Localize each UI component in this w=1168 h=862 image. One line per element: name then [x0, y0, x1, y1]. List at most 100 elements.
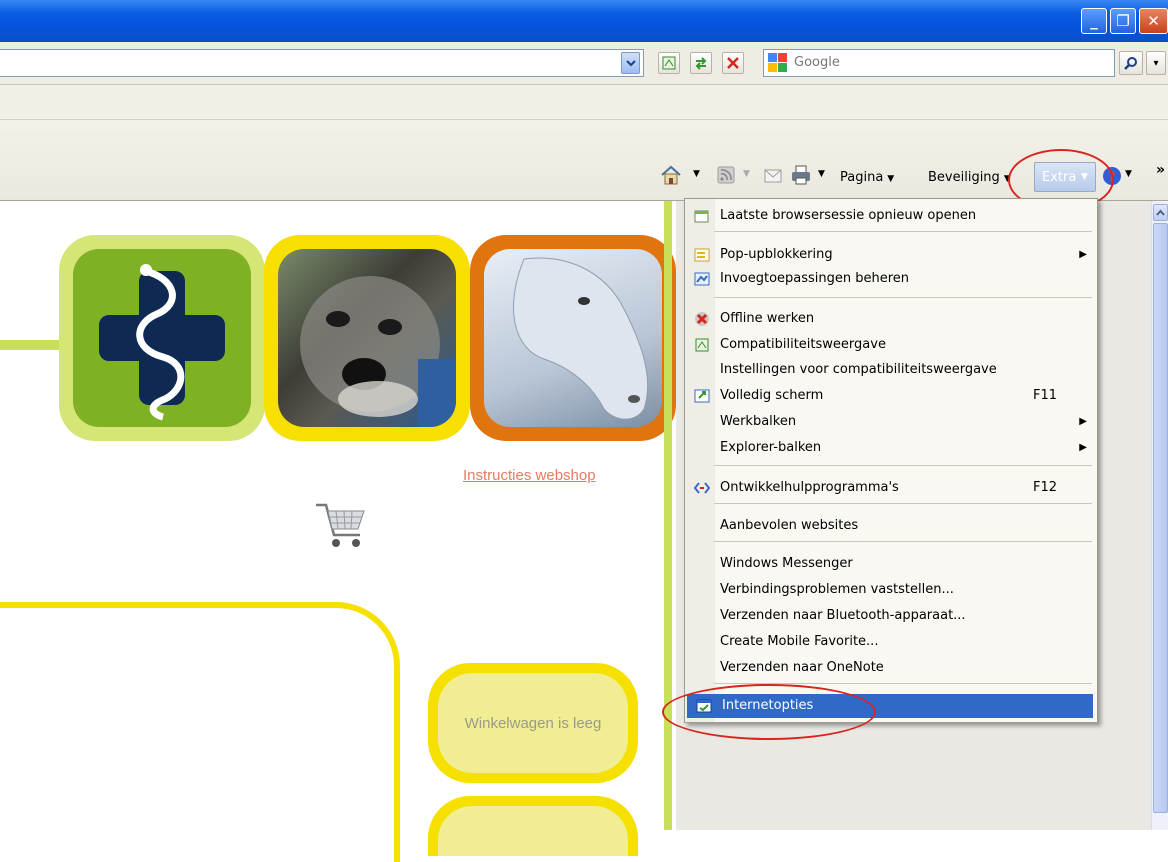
minimize-button[interactable]: _ — [1081, 8, 1107, 34]
content-frame — [0, 602, 400, 862]
lime-band — [0, 340, 64, 350]
submenu-arrow-icon: ▶ — [1079, 416, 1087, 427]
menu-item-label: Invoegtoepassingen beheren — [720, 271, 910, 286]
menu-item[interactable]: Pop-upblokkering ▶ — [685, 243, 1097, 267]
menu-item-label: Werkbalken — [720, 414, 797, 429]
help-dropdown-caret[interactable]: ▼ — [1125, 169, 1132, 179]
refresh-button[interactable] — [690, 52, 712, 74]
safety-menu-button[interactable]: Beveiliging ▼ — [928, 170, 1011, 185]
submenu-arrow-icon: ▶ — [1079, 249, 1087, 260]
menu-item[interactable]: Explorer-balken ▶ — [685, 436, 1097, 460]
menu-item[interactable]: Laatste browsersessie opnieuw openen — [685, 204, 1097, 228]
menu-separator — [714, 503, 1092, 504]
menu-item[interactable]: Invoegtoepassingen beheren — [685, 267, 1097, 291]
menu-item[interactable]: Ontwikkelhulpprogramma's F12 — [685, 476, 1097, 500]
logo-tile — [59, 235, 265, 441]
menu-separator — [714, 231, 1092, 232]
menu-item-label: Volledig scherm — [720, 388, 824, 403]
search-input[interactable]: Google — [763, 49, 1115, 77]
horse-photo-tile — [470, 235, 676, 441]
chevron-up-icon — [1156, 209, 1165, 216]
offline-icon — [694, 311, 710, 327]
popup-blocker-icon — [694, 247, 710, 263]
menu-item-shortcut: F11 — [1032, 388, 1057, 403]
dog-image — [300, 276, 456, 427]
menu-item[interactable]: Create Mobile Favorite... — [685, 630, 1097, 654]
menu-item[interactable]: Verzenden naar OneNote — [685, 656, 1097, 680]
stop-button[interactable] — [722, 52, 744, 74]
restore-session-icon — [694, 208, 710, 224]
search-button[interactable] — [1119, 51, 1143, 75]
horse-photo — [484, 249, 662, 427]
menu-item-label: Explorer-balken — [720, 440, 822, 455]
feeds-button[interactable] — [717, 166, 735, 188]
cart-icon — [316, 503, 365, 547]
chevron-down-icon — [625, 60, 636, 67]
more-commands-chevron[interactable]: » — [1156, 162, 1165, 178]
page-menu-button[interactable]: Pagina ▼ — [840, 170, 894, 185]
menu-item-label: Verzenden naar OneNote — [720, 660, 884, 675]
next-box-inner — [438, 806, 628, 856]
compatibility-view-button[interactable] — [658, 52, 680, 74]
vertical-scrollbar[interactable] — [1151, 201, 1168, 830]
search-icon — [1124, 57, 1137, 70]
menu-item[interactable]: Compatibiliteitsweergave — [685, 333, 1097, 357]
command-bar — [0, 120, 1168, 201]
menu-item-label: Laatste browsersessie opnieuw openen — [720, 208, 977, 223]
menu-item[interactable]: Windows Messenger — [685, 552, 1097, 576]
pharmacy-logo — [73, 249, 251, 427]
compatibility-icon — [662, 56, 676, 70]
menu-item[interactable]: Verzenden naar Bluetooth-apparaat... — [685, 604, 1097, 628]
horse-image — [513, 257, 649, 420]
address-dropdown-button[interactable] — [621, 52, 640, 74]
menu-item-label: Compatibiliteitsweergave — [720, 337, 886, 352]
right-border-band — [664, 201, 672, 830]
menu-item[interactable]: Offline werken — [685, 307, 1097, 331]
scroll-up-button[interactable] — [1153, 204, 1168, 221]
print-button[interactable] — [790, 164, 812, 190]
address-field[interactable] — [0, 49, 644, 77]
addons-icon — [694, 271, 710, 287]
restore-button[interactable]: ❐ — [1110, 8, 1136, 34]
print-icon — [792, 165, 810, 185]
highlight-ring-internetopties — [662, 684, 876, 740]
home-button[interactable] — [660, 164, 682, 190]
scroll-thumb[interactable] — [1153, 223, 1168, 813]
feeds-dropdown-caret[interactable]: ▼ — [743, 169, 750, 179]
menu-item[interactable]: Werkbalken ▶ — [685, 410, 1097, 434]
search-options-button[interactable]: ▾ — [1146, 51, 1166, 75]
safety-menu-label: Beveiliging — [928, 170, 1000, 185]
submenu-arrow-icon: ▶ — [1079, 442, 1087, 453]
menu-item[interactable]: Verbindingsproblemen vaststellen... — [685, 578, 1097, 602]
cart-status-box-outer: Winkelwagen is leeg — [428, 663, 638, 783]
instructions-link[interactable]: Instructies webshop — [463, 467, 596, 484]
read-mail-button[interactable] — [764, 168, 782, 187]
menu-item-label: Windows Messenger — [720, 556, 853, 571]
caduceus-cross-icon — [99, 264, 225, 421]
menu-separator — [714, 465, 1092, 466]
dog-photo-tile — [264, 235, 470, 441]
menu-separator — [714, 297, 1092, 298]
menu-item-label: Pop-upblokkering — [720, 247, 833, 262]
mail-icon — [764, 169, 782, 183]
dog-photo — [278, 249, 456, 427]
shopping-cart-icon[interactable] — [312, 497, 368, 557]
title-bar — [0, 0, 1168, 42]
home-icon — [661, 165, 681, 185]
menu-separator — [714, 541, 1092, 542]
home-dropdown-caret[interactable]: ▼ — [693, 169, 700, 179]
menu-item-label: Ontwikkelhulpprogramma's — [720, 480, 899, 495]
menu-item-label: Aanbevolen websites — [720, 518, 859, 533]
chevron-down-icon: ▾ — [1153, 57, 1159, 69]
menu-item[interactable]: Volledig scherm F11 — [685, 384, 1097, 408]
menu-item-shortcut: F12 — [1032, 480, 1057, 495]
menu-item[interactable]: Instellingen voor compatibiliteitsweerga… — [685, 358, 1097, 382]
favorites-bar — [0, 85, 1168, 120]
rss-feed-icon — [717, 166, 735, 184]
compatibility-icon — [694, 337, 710, 353]
close-button[interactable]: ✕ — [1139, 8, 1168, 34]
print-dropdown-caret[interactable]: ▼ — [818, 169, 825, 179]
next-box-outer — [428, 796, 638, 856]
menu-item[interactable]: Aanbevolen websites — [685, 514, 1097, 538]
menu-item-label: Create Mobile Favorite... — [720, 634, 879, 649]
